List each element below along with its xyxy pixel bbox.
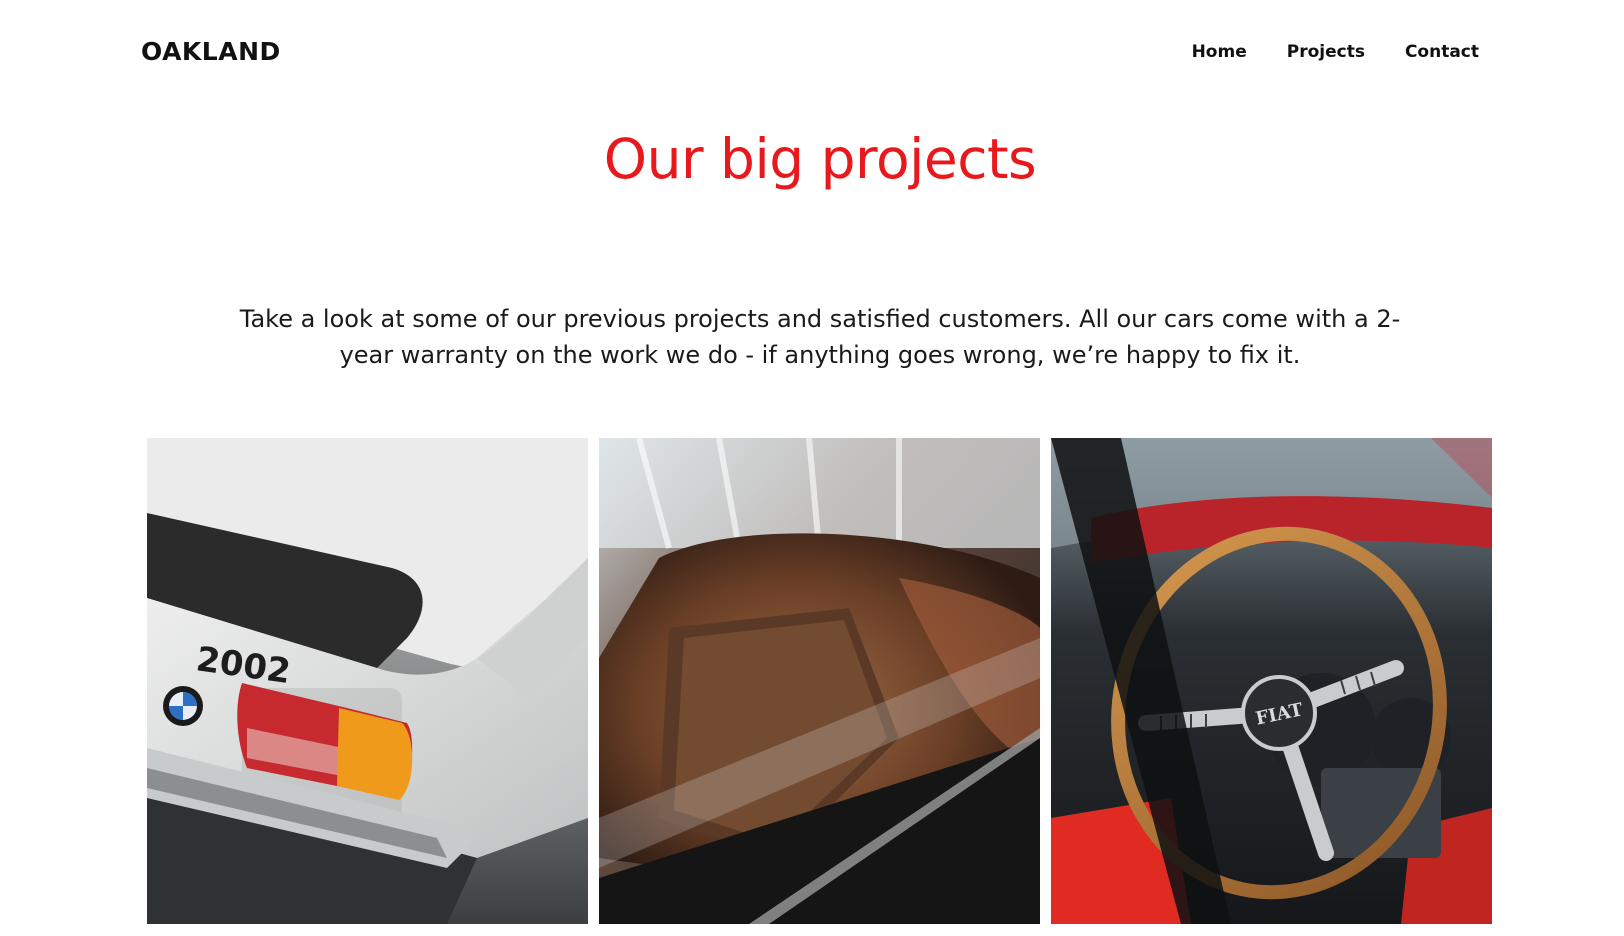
project-photo-bmw[interactable]: 2002 [147,438,588,924]
intro-text: Take a look at some of our previous proj… [230,301,1410,373]
nav-link-contact[interactable]: Contact [1405,38,1479,66]
project-gallery: 2002 FIAT [147,438,1492,924]
bmw-rear-image: 2002 [147,438,588,924]
leather-seat-image [599,438,1040,924]
intro-line-2: year warranty on the work we do - if any… [339,341,1301,369]
project-photo-seat[interactable] [599,438,1040,924]
intro-line-1: Take a look at some of our previous proj… [239,305,1401,333]
main-nav: Home Projects Contact [1192,38,1479,66]
steering-wheel-image: FIAT [1051,438,1492,924]
nav-link-home[interactable]: Home [1192,38,1247,66]
page-title: Our big projects [603,127,1037,191]
logo[interactable]: OAKLAND [141,35,281,69]
project-photo-steering[interactable]: FIAT [1051,438,1492,924]
site-header: OAKLAND Home Projects Contact [0,0,1624,104]
nav-link-projects[interactable]: Projects [1287,38,1365,66]
